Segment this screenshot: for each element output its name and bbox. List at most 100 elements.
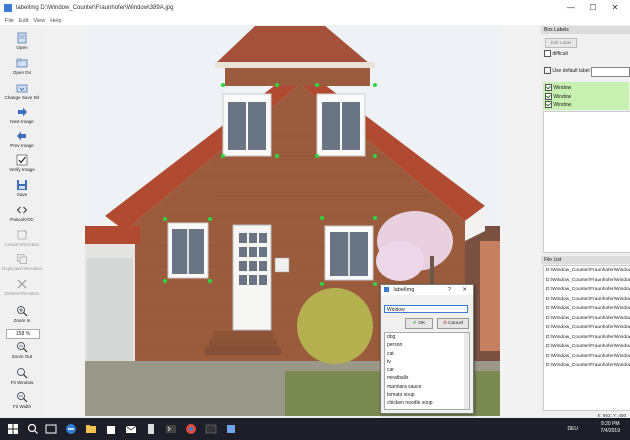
default-label-input[interactable] xyxy=(591,67,630,77)
label-input[interactable]: Window xyxy=(384,305,468,313)
app-icon xyxy=(4,4,12,12)
labels-list-empty-area xyxy=(543,111,630,253)
menu-file[interactable]: File xyxy=(5,18,14,24)
terminal-icon[interactable] xyxy=(164,422,178,436)
file-list-item[interactable]: D:\Window_Counter\Fraunhofer\Window xyxy=(544,352,630,362)
arrow-right-icon xyxy=(18,107,27,117)
dialog-close-button[interactable]: ✕ xyxy=(462,285,467,295)
label-dialog: labelImg ? ✕ Window ✔ OK ⊘ Cancel dog pe… xyxy=(380,284,474,414)
mail-icon[interactable] xyxy=(124,422,138,436)
edit-label-button[interactable]: Edit Label xyxy=(545,38,577,48)
file-list-item[interactable]: D:\Window_Counter\Fraunhofer\Window xyxy=(544,276,630,286)
file-list-item[interactable]: D:\Window_Counter\Fraunhofer\Window xyxy=(544,314,630,324)
create-rectbox-button[interactable]: Create\nRectBox xyxy=(0,229,44,247)
clock[interactable]: 9:20 PM 7/4/2019 xyxy=(601,421,620,435)
duplicate-rectbox-button[interactable]: Duplicate\nRectBox xyxy=(0,253,44,271)
label-option[interactable]: marinara sauce xyxy=(385,383,469,391)
next-image-button[interactable]: Next Image xyxy=(0,106,44,124)
cancel-button[interactable]: ⊘ Cancel xyxy=(437,318,469,329)
minimize-button[interactable]: — xyxy=(560,0,582,16)
menu-help[interactable]: Help xyxy=(50,18,61,24)
format-toggle-button[interactable]: PascalVOC xyxy=(0,204,44,222)
copy-icon xyxy=(17,254,27,264)
label-option[interactable]: cat xyxy=(385,350,469,358)
file-list-item[interactable]: D:\Window_Counter\Fraunhofer\Window xyxy=(544,285,630,295)
ok-button[interactable]: ✔ OK xyxy=(405,318,433,329)
file-list-item[interactable]: D:\Window_Counter\Fraunhofer\Window xyxy=(544,304,630,314)
menu-view[interactable]: View xyxy=(33,18,45,24)
language-indicator[interactable]: DEU xyxy=(567,426,578,432)
fit-width-button[interactable]: Fit Width xyxy=(0,391,44,409)
label-option[interactable]: person xyxy=(385,341,469,349)
verify-image-button[interactable]: Verify Image xyxy=(0,154,44,172)
difficult-checkbox[interactable] xyxy=(544,50,551,57)
difficult-label: difficult xyxy=(552,50,568,57)
label-option[interactable]: dog xyxy=(385,333,469,341)
file-list-item[interactable]: D:\Window_Counter\Fraunhofer\Window xyxy=(544,266,630,276)
zoom-out-icon xyxy=(17,342,28,353)
windows-start-icon[interactable] xyxy=(6,422,20,436)
zoom-in-button[interactable]: Zoom In xyxy=(0,305,44,323)
dialog-title-bar: labelImg ? ✕ xyxy=(381,285,473,295)
label-option[interactable]: car xyxy=(385,366,469,374)
check-icon: ✔ xyxy=(412,321,417,326)
taskbar: DEU 9:20 PM 7/4/2019 xyxy=(0,418,630,440)
label-item[interactable]: Window xyxy=(545,84,571,91)
menu-edit[interactable]: Edit xyxy=(19,18,28,24)
label-visible-checkbox[interactable] xyxy=(545,84,552,91)
file-list-item[interactable]: D:\Window_Counter\Fraunhofer\Window xyxy=(544,295,630,305)
default-label-row[interactable]: Use default label xyxy=(544,67,590,74)
label-options-list[interactable]: dog person cat tv car meatballs marinara… xyxy=(384,332,470,410)
use-default-label-checkbox[interactable] xyxy=(544,67,551,74)
dialog-help-button[interactable]: ? xyxy=(448,285,451,295)
use-default-label-text: Use default label xyxy=(552,67,590,74)
label-item[interactable]: Window xyxy=(545,92,571,100)
list-scrollbar[interactable] xyxy=(464,333,469,409)
box-labels-header: Box Labels xyxy=(541,26,630,34)
label-item[interactable]: Window xyxy=(545,101,571,108)
code-brackets-icon xyxy=(16,206,28,214)
prev-image-button[interactable]: Prev Image xyxy=(0,130,44,148)
zoom-in-icon xyxy=(17,306,28,317)
label-option[interactable]: chicken noodle soup xyxy=(385,399,469,407)
maximize-button[interactable]: ☐ xyxy=(582,0,604,16)
document-icon[interactable] xyxy=(144,422,158,436)
store-icon[interactable] xyxy=(104,422,118,436)
open-dir-button[interactable]: Open Dir xyxy=(0,57,44,75)
task-view-icon[interactable] xyxy=(44,422,58,436)
file-list-item[interactable]: D:\Window_Counter\Fraunhofer\Window xyxy=(544,323,630,333)
delete-rectbox-button[interactable]: Delete\nRectBox xyxy=(0,278,44,296)
file-list[interactable]: D:\Window_Counter\Fraunhofer\Window D:\W… xyxy=(543,265,630,411)
save-button[interactable]: Save xyxy=(0,179,44,197)
edge-browser-icon[interactable] xyxy=(64,422,78,436)
file-list-item[interactable]: D:\Window_Counter\Fraunhofer\Window xyxy=(544,361,630,371)
folder-save-icon xyxy=(16,84,28,93)
file-list-header: File List xyxy=(541,256,630,264)
label-option[interactable]: tomato soup xyxy=(385,391,469,399)
file-list-item[interactable]: D:\Window_Counter\Fraunhofer\Window xyxy=(544,333,630,343)
zoom-value-field[interactable]: 158 % xyxy=(6,329,40,339)
checkmark-icon xyxy=(16,154,28,166)
arrow-left-icon xyxy=(17,131,26,141)
box-labels-list: Window Window Window xyxy=(543,82,629,110)
chrome-icon[interactable] xyxy=(184,422,198,436)
right-panel: Box Labels Edit Label difficult Use defa… xyxy=(541,26,630,416)
fit-window-icon xyxy=(17,368,28,379)
label-visible-checkbox[interactable] xyxy=(545,92,552,100)
zoom-out-button[interactable]: Zoom Out xyxy=(0,341,44,359)
app-window-icon[interactable] xyxy=(204,422,218,436)
change-save-dir-button[interactable]: Change Save Dir xyxy=(0,82,44,100)
file-explorer-icon[interactable] xyxy=(84,422,98,436)
cancel-icon: ⊘ xyxy=(442,321,447,326)
left-toolbar: Open Open Dir Change Save Dir Next Image… xyxy=(0,26,45,416)
label-option[interactable]: meatballs xyxy=(385,374,469,382)
open-button[interactable]: Open xyxy=(0,32,44,50)
label-option[interactable]: tv xyxy=(385,358,469,366)
fit-window-button[interactable]: Fit Window xyxy=(0,367,44,385)
search-icon[interactable] xyxy=(26,422,40,436)
label-visible-checkbox[interactable] xyxy=(545,101,552,108)
file-list-item[interactable]: D:\Window_Counter\Fraunhofer\Window xyxy=(544,342,630,352)
difficult-checkbox-row[interactable]: difficult xyxy=(544,50,568,57)
close-button[interactable]: ✕ xyxy=(604,0,626,16)
labelimg-taskbar-icon[interactable] xyxy=(224,422,238,436)
